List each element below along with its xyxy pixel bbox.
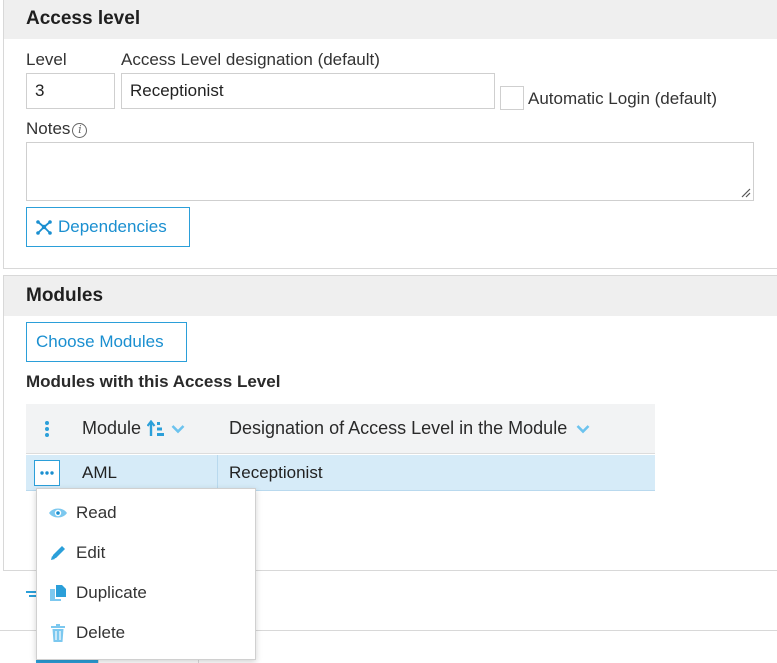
modules-subheading: Modules with this Access Level [26,372,281,391]
eye-icon [47,502,69,524]
designation-label: Access Level designation (default) [121,50,380,69]
auto-login-label: Automatic Login (default) [528,89,717,108]
modules-title: Modules [26,285,104,306]
modules-header: Modules [4,276,777,316]
column-header-designation[interactable]: Designation of Access Level in the Modul… [229,418,590,439]
menu-item-label: Read [76,503,117,522]
cell-divider [217,455,218,490]
table-header: Module Designation of Access Level in th… [26,404,655,454]
menu-item-label: Duplicate [76,583,147,602]
info-icon[interactable]: i [72,123,88,138]
partial-icon [26,591,36,597]
cell-designation: Receptionist [229,462,323,482]
level-input[interactable]: 3 [26,73,115,109]
menu-item-label: Edit [76,543,106,562]
level-label: Level [26,50,67,69]
choose-modules-label: Choose Modules [36,332,164,351]
designation-input[interactable]: Receptionist [121,73,495,109]
menu-item-edit[interactable]: Edit [37,533,255,573]
row-context-menu: Read Edit Duplicate Delete [36,488,256,660]
chevron-down-icon[interactable] [171,424,185,434]
notes-label-wrap: Notes i [26,119,88,139]
menu-item-duplicate[interactable]: Duplicate [37,573,255,613]
level-value: 3 [35,81,45,100]
duplicate-icon [47,582,69,604]
table-row[interactable]: AML Receptionist [26,455,655,491]
choose-modules-button[interactable]: Choose Modules [26,322,187,362]
dependencies-icon [36,220,52,235]
menu-item-read[interactable]: Read [37,493,255,533]
column-options-icon[interactable] [44,420,50,438]
sort-ascending-icon[interactable] [147,419,167,438]
resize-grip-icon[interactable] [741,188,751,198]
trash-icon [47,622,69,644]
cell-module: AML [82,462,117,482]
access-level-title: Access level [26,8,141,29]
dependencies-label: Dependencies [58,217,167,236]
dependencies-button[interactable]: Dependencies [26,207,190,247]
column-header-module[interactable]: Module [82,418,185,439]
menu-item-label: Delete [76,623,126,642]
row-actions-button[interactable] [34,460,60,486]
auto-login-checkbox[interactable] [500,86,524,110]
column-module-label: Module [82,418,142,438]
more-horizontal-icon [40,471,54,475]
modules-table: Module Designation of Access Level in th… [26,404,655,491]
notes-label: Notes [26,119,71,138]
access-level-header: Access level [4,0,777,39]
designation-value: Receptionist [130,81,224,100]
notes-textarea[interactable] [26,142,754,201]
menu-item-delete[interactable]: Delete [37,613,255,653]
pencil-icon [47,542,69,564]
column-designation-label: Designation of Access Level in the Modul… [229,418,568,438]
chevron-down-icon[interactable] [576,424,590,434]
